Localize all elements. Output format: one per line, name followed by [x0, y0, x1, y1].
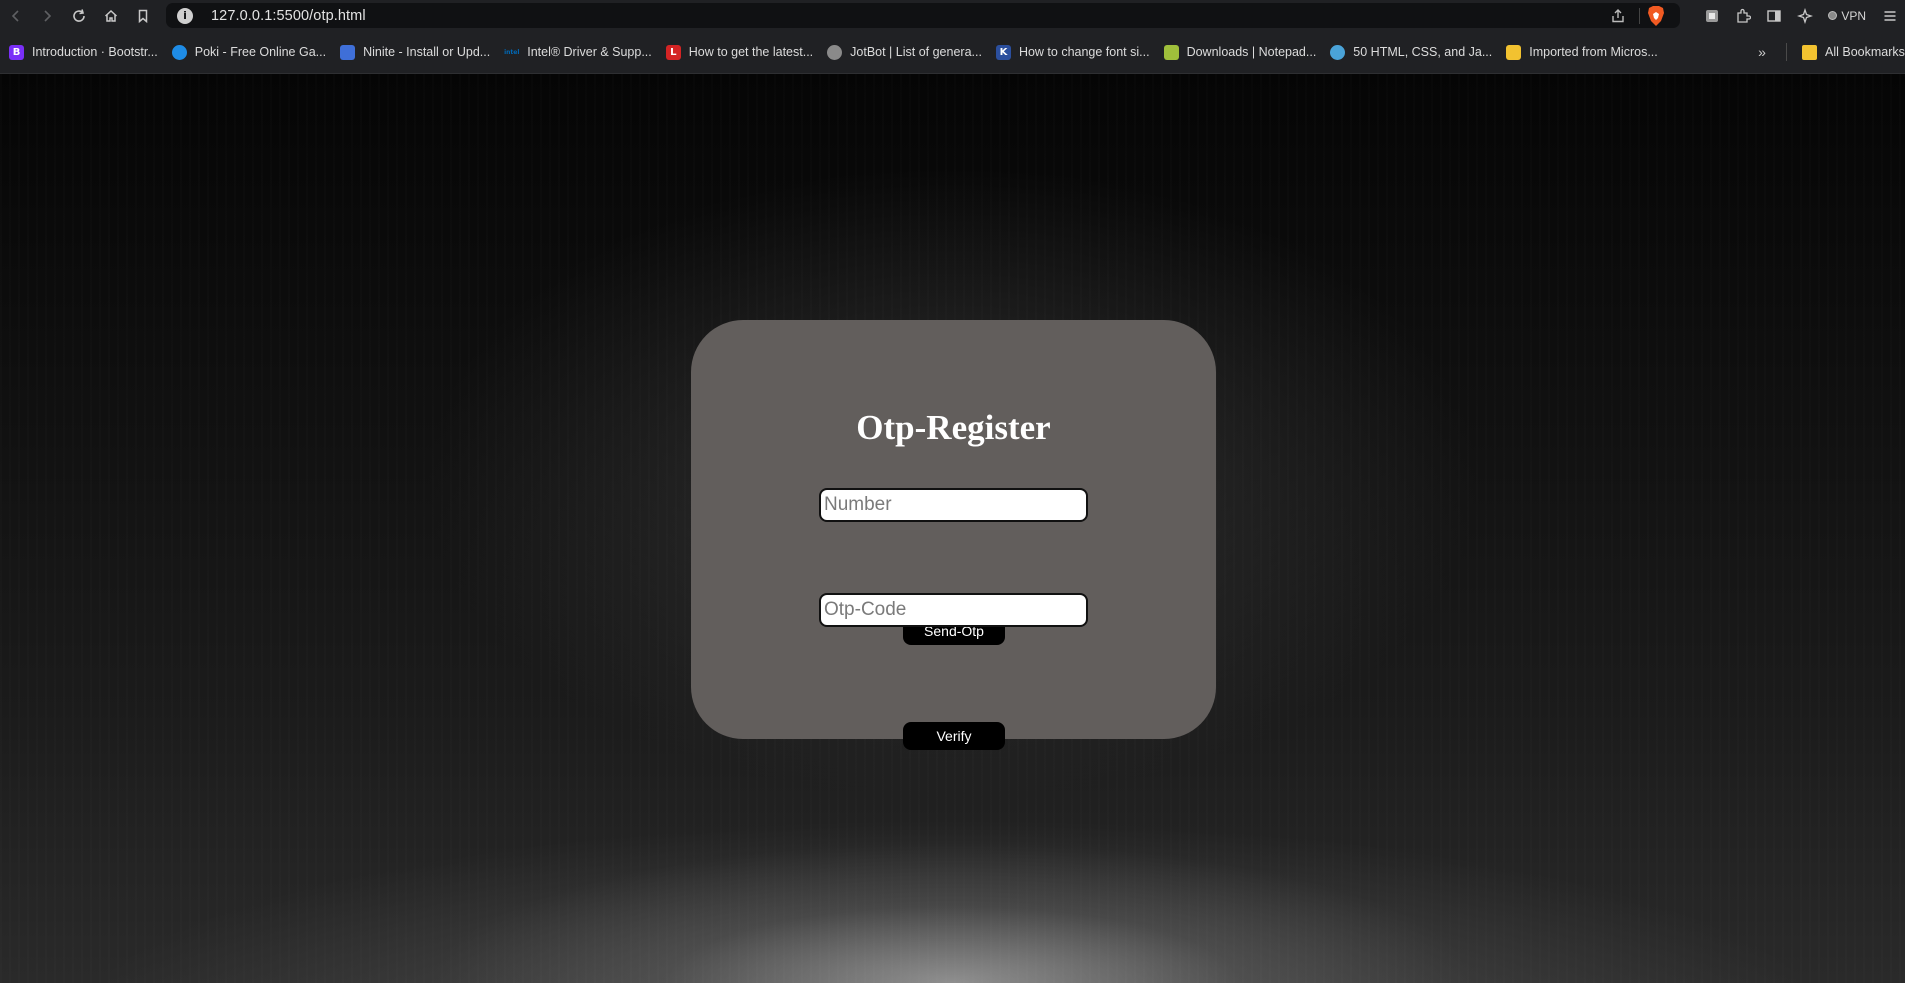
sidebar-toggle-icon[interactable] — [1758, 0, 1789, 31]
bookmarks-list: B Introduction · Bootstr... Poki - Free On… — [2, 39, 1665, 65]
verify-button[interactable]: Verify — [903, 722, 1005, 750]
page-title: Otp-Register — [856, 408, 1051, 447]
bookmark-label: Intel® Driver & Supp... — [527, 45, 652, 59]
bookmark-item[interactable]: B Introduction · Bootstr... — [2, 39, 165, 65]
page-viewport: Otp-Register Send-Otp Verify — [0, 74, 1905, 983]
brave-shields-icon[interactable] — [1646, 5, 1666, 27]
poki-icon — [171, 44, 187, 60]
bookmark-item[interactable]: L How to get the latest... — [659, 39, 820, 65]
otp-register-card: Otp-Register Send-Otp Verify — [691, 320, 1216, 750]
all-bookmarks-label: All Bookmarks — [1825, 45, 1905, 59]
back-icon[interactable] — [0, 0, 31, 31]
bookmark-item[interactable]: intel Intel® Driver & Supp... — [497, 39, 659, 65]
vpn-button[interactable]: VPN — [1820, 9, 1874, 23]
k-logo-icon: K — [995, 44, 1011, 60]
bookmark-label: How to get the latest... — [688, 45, 814, 59]
leo-ai-icon[interactable] — [1789, 0, 1820, 31]
reload-icon[interactable] — [63, 0, 94, 31]
bookmark-label: JotBot | List of genera... — [850, 45, 982, 59]
site-info-icon[interactable]: i — [177, 7, 193, 24]
folder-icon — [1802, 44, 1817, 60]
menu-icon[interactable] — [1874, 0, 1905, 31]
share-icon[interactable] — [1603, 8, 1633, 24]
number-input[interactable] — [819, 488, 1088, 522]
extension-puzzle-avatar-icon[interactable] — [1696, 0, 1727, 31]
bookmarks-bar: B Introduction · Bootstr... Poki - Free On… — [0, 31, 1905, 74]
forward-icon[interactable] — [31, 0, 62, 31]
globe-avatar-icon — [1330, 44, 1346, 60]
jotbot-icon — [827, 44, 843, 60]
more-bookmarks-icon[interactable]: » — [1750, 39, 1774, 65]
bookmark-item[interactable]: Imported from Micros... — [1499, 39, 1665, 65]
bookmark-label: 50 HTML, CSS, and Ja... — [1353, 45, 1493, 59]
vpn-status-icon — [1828, 11, 1838, 20]
address-bar[interactable]: i 127.0.0.1:5500/otp.html — [166, 3, 1680, 28]
bookmark-item[interactable]: Downloads | Notepad... — [1157, 39, 1324, 65]
vpn-label: VPN — [1841, 8, 1866, 23]
url-text[interactable]: 127.0.0.1:5500/otp.html — [211, 8, 366, 24]
bookmark-label: Poki - Free Online Ga... — [194, 45, 327, 59]
bookmark-item[interactable]: 50 HTML, CSS, and Ja... — [1323, 39, 1499, 65]
folder-icon — [1506, 44, 1522, 60]
bootstrap-icon: B — [9, 44, 24, 60]
bookmark-label: Introduction · Bootstr... — [32, 45, 158, 59]
bookmark-item[interactable]: Poki - Free Online Ga... — [165, 39, 333, 65]
home-icon[interactable] — [95, 0, 126, 31]
bookmark-icon[interactable] — [127, 0, 158, 31]
bookmarks-divider — [1786, 43, 1787, 61]
all-bookmarks-button[interactable]: All Bookmarks — [1795, 39, 1905, 65]
bookmark-label: Downloads | Notepad... — [1186, 45, 1317, 59]
bookmark-label: Ninite - Install or Upd... — [363, 45, 491, 59]
bookmark-item[interactable]: K How to change font si... — [989, 39, 1157, 65]
browser-toolbar: i 127.0.0.1:5500/otp.html VPN — [0, 0, 1905, 31]
address-bar-divider — [1639, 7, 1640, 24]
bookmark-label: Imported from Micros... — [1529, 45, 1658, 59]
bookmark-label: How to change font si... — [1018, 45, 1150, 59]
intel-icon: intel — [504, 48, 520, 56]
extensions-area: VPN — [1696, 0, 1905, 31]
bookmark-item[interactable]: Ninite - Install or Upd... — [333, 39, 497, 65]
bookmark-item[interactable]: JotBot | List of genera... — [820, 39, 989, 65]
extensions-icon[interactable] — [1727, 0, 1758, 31]
ninite-icon — [340, 44, 356, 60]
notepad-icon — [1163, 44, 1179, 60]
l-logo-icon: L — [665, 44, 681, 60]
otp-code-input[interactable] — [819, 593, 1088, 627]
